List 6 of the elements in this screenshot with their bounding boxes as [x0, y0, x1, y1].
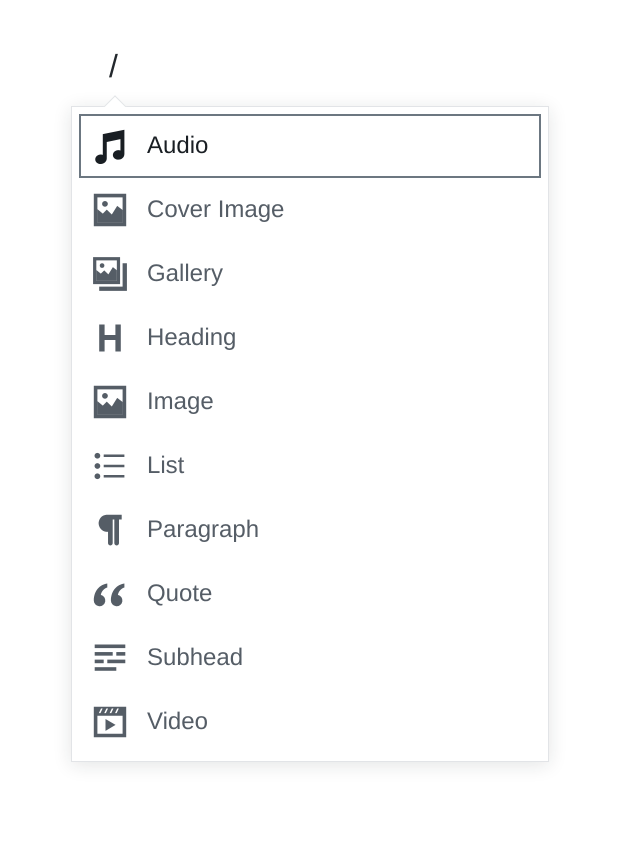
typed-slash: /	[109, 47, 118, 86]
picture-frame-icon	[92, 192, 128, 228]
gallery-frames-icon	[92, 256, 128, 292]
block-menu-item[interactable]: Audio	[79, 114, 541, 178]
video-clapper-icon	[92, 704, 128, 740]
picture-frame-icon	[92, 384, 128, 420]
